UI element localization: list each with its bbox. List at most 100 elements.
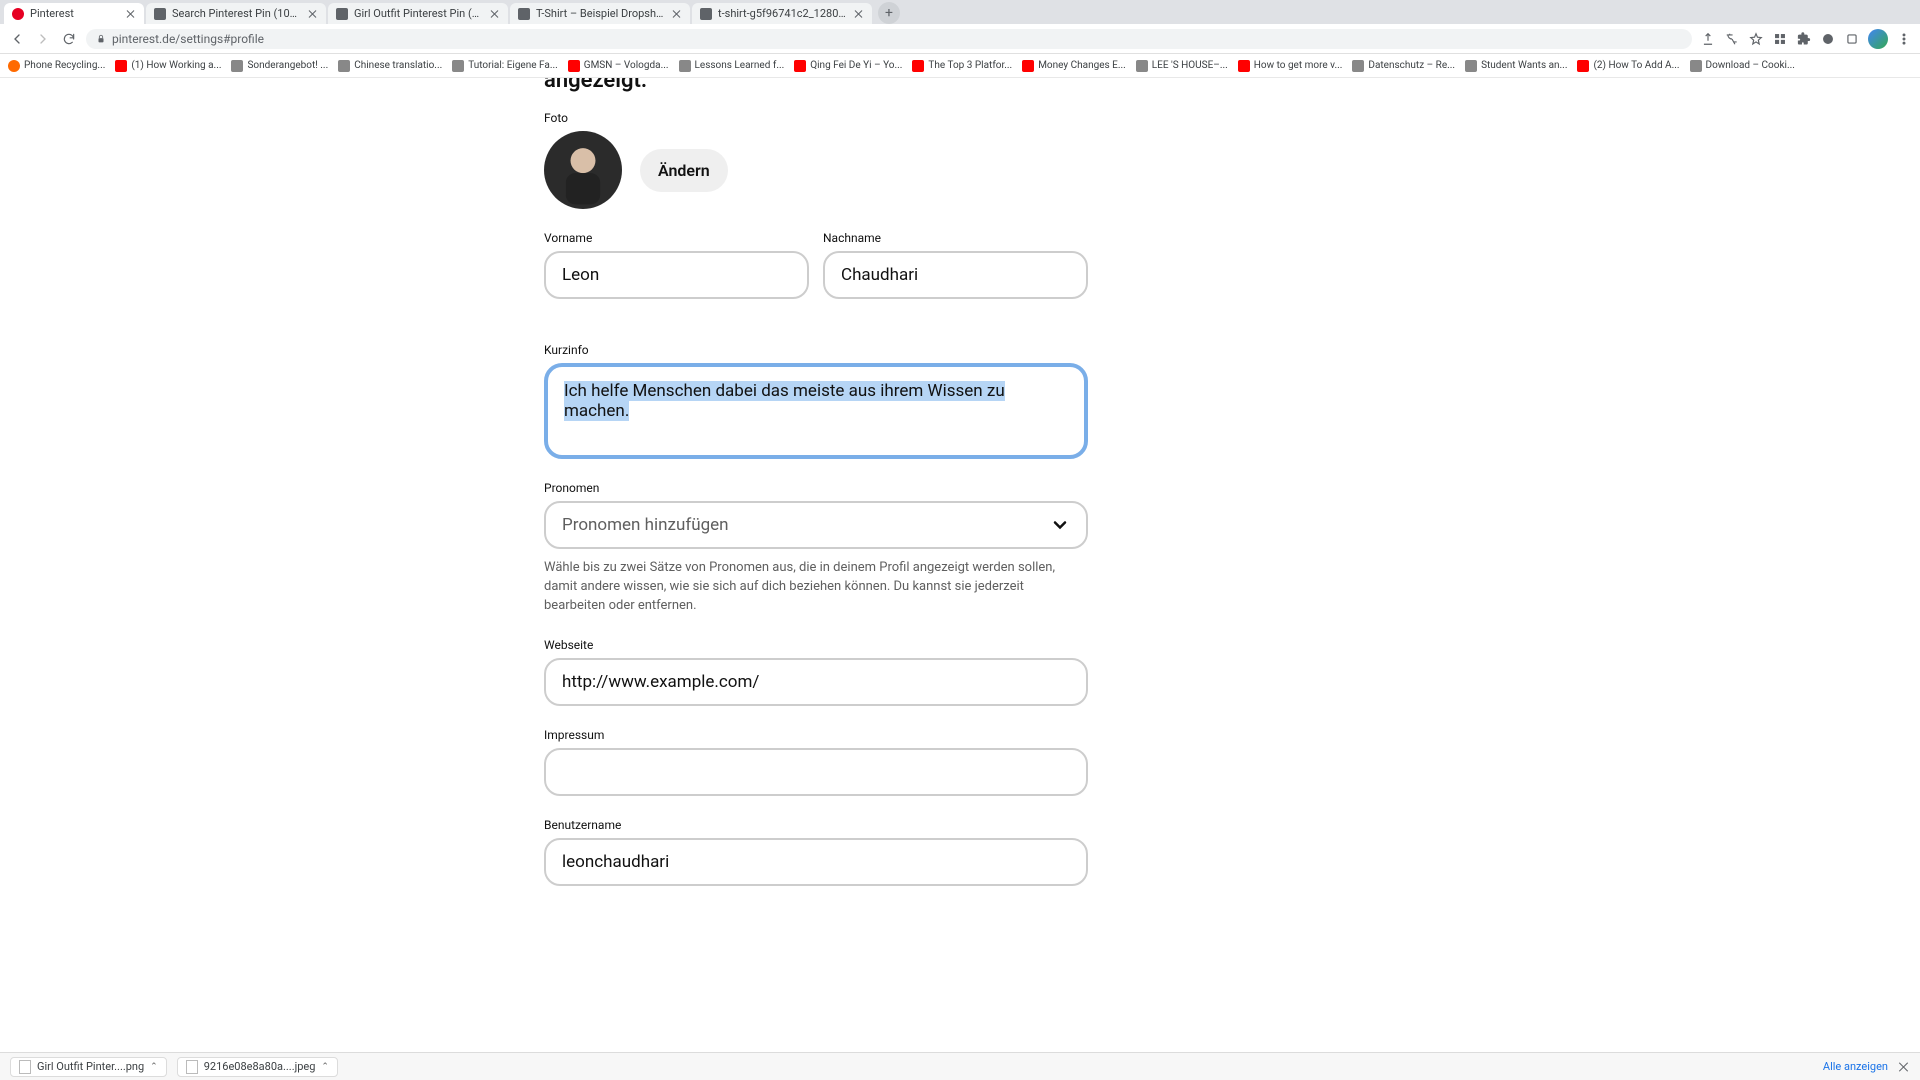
browser-chrome: Pinterest Search Pinterest Pin (1000 × G… [0, 0, 1920, 78]
tab-title: t-shirt-g5f96741c2_1280.jpg [718, 7, 848, 20]
close-icon[interactable] [308, 9, 318, 19]
favicon-icon [1690, 60, 1702, 72]
close-icon[interactable] [672, 9, 682, 19]
favicon-icon [1465, 60, 1477, 72]
tab-tshirt[interactable]: T-Shirt – Beispiel Dropshippin [510, 3, 690, 24]
page-content[interactable]: angezeigt. Foto Ändern Vorname Nachname … [0, 78, 1920, 1052]
extension2-icon[interactable] [1820, 31, 1836, 47]
bookmark-item[interactable]: How to get more v... [1238, 60, 1343, 72]
youtube-icon [794, 60, 806, 72]
tab-tshirt-image[interactable]: t-shirt-g5f96741c2_1280.jpg [692, 3, 872, 24]
profile-avatar [544, 131, 622, 209]
bookmark-item[interactable]: Money Changes E... [1022, 60, 1126, 72]
close-icon[interactable] [490, 9, 500, 19]
truncated-heading: angezeigt. [544, 78, 1088, 93]
bookmark-item[interactable]: (1) How Working a... [115, 60, 221, 72]
website-label: Webseite [544, 638, 1088, 652]
lock-icon [96, 34, 106, 44]
back-button[interactable] [8, 30, 26, 48]
favicon-icon [518, 8, 530, 20]
close-icon[interactable] [1898, 1061, 1910, 1073]
bookmarks-bar: Phone Recycling... (1) How Working a... … [0, 54, 1920, 78]
bookmark-item[interactable]: Download – Cooki... [1690, 60, 1795, 72]
pronouns-select[interactable] [544, 501, 1088, 549]
close-icon[interactable] [854, 9, 864, 19]
photo-label: Foto [544, 111, 1088, 125]
file-icon [19, 1060, 31, 1074]
bookmark-item[interactable]: Sonderangebot! ... [231, 60, 328, 72]
bookmark-item[interactable]: The Top 3 Platfor... [912, 60, 1012, 72]
first-name-label: Vorname [544, 231, 809, 245]
bookmark-item[interactable]: (2) How To Add A... [1577, 60, 1679, 72]
impressum-label: Impressum [544, 728, 1088, 742]
favicon-icon [679, 60, 691, 72]
tab-pinterest[interactable]: Pinterest [4, 3, 144, 24]
youtube-icon [115, 60, 127, 72]
favicon-icon [700, 8, 712, 20]
chevron-up-icon[interactable]: ⌃ [150, 1062, 158, 1072]
youtube-icon [912, 60, 924, 72]
username-label: Benutzername [544, 818, 1088, 832]
bookmark-item[interactable]: Student Wants an... [1465, 60, 1567, 72]
translate-icon[interactable] [1724, 31, 1740, 47]
download-item[interactable]: Girl Outfit Pinter....png ⌃ [10, 1057, 167, 1077]
download-item[interactable]: 9216e08e8a80a....jpeg ⌃ [177, 1057, 338, 1077]
new-tab-button[interactable]: + [878, 2, 900, 24]
grid-icon[interactable] [1772, 31, 1788, 47]
extension-icon[interactable] [1796, 31, 1812, 47]
close-icon[interactable] [126, 9, 136, 19]
bookmark-item[interactable]: Phone Recycling... [8, 60, 105, 72]
pinterest-icon [12, 8, 24, 20]
bookmark-item[interactable]: Lessons Learned f... [679, 60, 785, 72]
favicon-icon [336, 8, 348, 20]
favicon-icon [231, 60, 243, 72]
star-icon[interactable] [1748, 31, 1764, 47]
website-input[interactable] [544, 658, 1088, 706]
impressum-input[interactable] [544, 748, 1088, 796]
favicon-icon [154, 8, 166, 20]
tab-title: Pinterest [30, 7, 120, 20]
puzzle-icon[interactable] [1844, 31, 1860, 47]
youtube-icon [1238, 60, 1250, 72]
favicon-icon [338, 60, 350, 72]
first-name-input[interactable] [544, 251, 809, 299]
downloads-bar: Girl Outfit Pinter....png ⌃ 9216e08e8a80… [0, 1052, 1920, 1080]
bookmark-item[interactable]: LEE 'S HOUSE–... [1136, 60, 1228, 72]
tab-girl-outfit[interactable]: Girl Outfit Pinterest Pin (1000 [328, 3, 508, 24]
reload-button[interactable] [60, 30, 78, 48]
favicon-icon [1136, 60, 1148, 72]
menu-icon[interactable] [1896, 31, 1912, 47]
bookmark-item[interactable]: GMSN – Vologda... [568, 60, 669, 72]
profile-avatar-button[interactable] [1868, 29, 1888, 49]
bookmark-item[interactable]: Datenschutz – Re... [1352, 60, 1455, 72]
youtube-icon [1022, 60, 1034, 72]
pronouns-label: Pronomen [544, 481, 1088, 495]
url-bar[interactable]: pinterest.de/settings#profile [86, 29, 1692, 49]
last-name-input[interactable] [823, 251, 1088, 299]
username-input[interactable] [544, 838, 1088, 886]
tab-search-pinterest-pin[interactable]: Search Pinterest Pin (1000 × [146, 3, 326, 24]
favicon-icon [452, 60, 464, 72]
url-text: pinterest.de/settings#profile [112, 32, 264, 46]
show-all-downloads-link[interactable]: Alle anzeigen [1823, 1060, 1888, 1073]
share-icon[interactable] [1700, 31, 1716, 47]
youtube-icon [568, 60, 580, 72]
tab-title: Search Pinterest Pin (1000 × [172, 7, 302, 20]
last-name-label: Nachname [823, 231, 1088, 245]
bookmark-item[interactable]: Chinese translatio... [338, 60, 442, 72]
browser-toolbar: pinterest.de/settings#profile [0, 24, 1920, 54]
chevron-up-icon[interactable]: ⌃ [321, 1062, 329, 1072]
change-photo-button[interactable]: Ändern [640, 149, 728, 192]
forward-button[interactable] [34, 30, 52, 48]
youtube-icon [1577, 60, 1589, 72]
bio-selected-text: Ich helfe Menschen dabei das meiste aus … [564, 381, 1005, 421]
bio-textarea[interactable]: Ich helfe Menschen dabei das meiste aus … [544, 363, 1088, 459]
download-filename: Girl Outfit Pinter....png [37, 1060, 144, 1073]
photo-section: Foto Ändern [544, 111, 1088, 209]
tab-title: T-Shirt – Beispiel Dropshippin [536, 7, 666, 20]
tab-strip: Pinterest Search Pinterest Pin (1000 × G… [0, 0, 1920, 24]
bookmark-item[interactable]: Qing Fei De Yi – Yo... [794, 60, 902, 72]
file-icon [186, 1060, 198, 1074]
bio-label: Kurzinfo [544, 343, 1088, 357]
bookmark-item[interactable]: Tutorial: Eigene Fa... [452, 60, 558, 72]
